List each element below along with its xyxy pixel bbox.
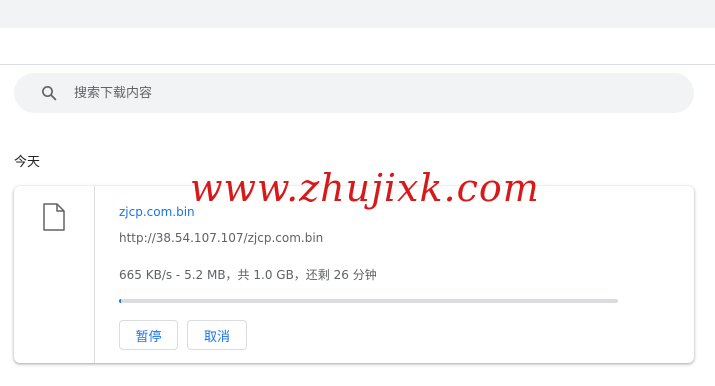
file-icon: [43, 203, 65, 231]
download-filename-link[interactable]: zjcp.com.bin: [119, 205, 195, 219]
cancel-button[interactable]: 取消: [187, 320, 247, 350]
download-item-card: zjcp.com.bin http://38.54.107.107/zjcp.c…: [14, 186, 694, 363]
search-bar[interactable]: [14, 73, 694, 113]
download-progress-fill: [119, 299, 122, 303]
download-status-text: 665 KB/s - 5.2 MB，共 1.0 GB，还剩 26 分钟: [119, 268, 377, 282]
card-divider: [94, 186, 95, 363]
download-progress-bar: [119, 299, 618, 303]
pause-button[interactable]: 暂停: [119, 320, 178, 350]
watermark-text: www.zhujixk.com: [190, 166, 540, 210]
search-icon[interactable]: [40, 84, 58, 102]
download-source-url: http://38.54.107.107/zjcp.com.bin: [119, 231, 324, 245]
top-toolbar-strip: [0, 0, 715, 28]
date-section-label: 今天: [14, 155, 41, 170]
header-divider: [0, 64, 715, 65]
search-input[interactable]: [74, 73, 674, 113]
